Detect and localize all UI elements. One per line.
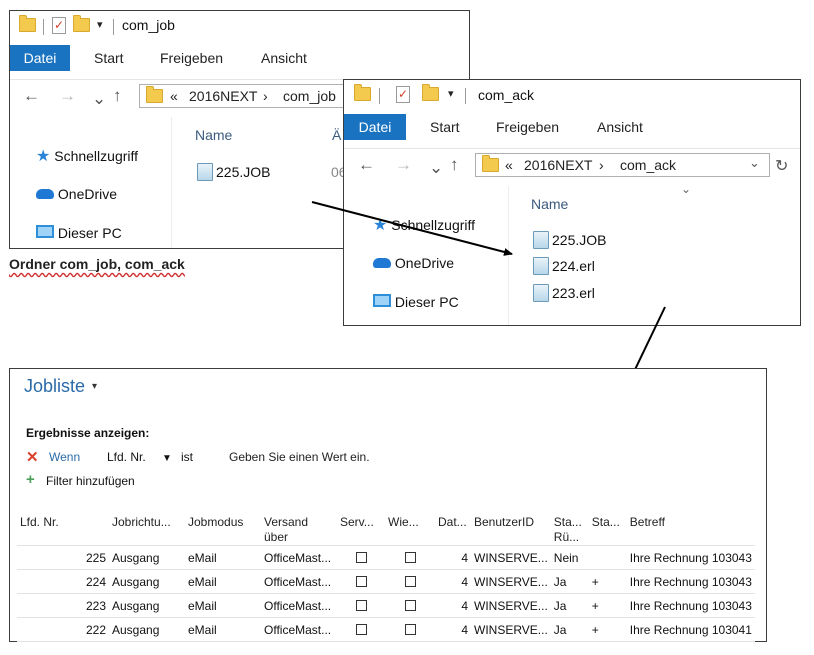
col-header[interactable]: Jobmodus	[185, 515, 261, 546]
cell-versand: OfficeMast...	[261, 593, 337, 618]
cell-versand: OfficeMast...	[261, 617, 337, 642]
checkbox[interactable]	[404, 575, 416, 587]
chevron-down-icon[interactable]: ▼	[162, 453, 172, 464]
checkbox[interactable]	[355, 599, 367, 611]
checkbox[interactable]	[355, 623, 367, 635]
checkbox[interactable]	[404, 623, 416, 635]
cell-betreff: Ihre Rechnung 103043	[626, 569, 755, 594]
cell-user: WINSERVE...	[471, 545, 551, 570]
table-row[interactable]: 224 Ausgang eMail OfficeMast... 4 WINSER…	[17, 569, 755, 594]
cell-status1: Nein	[550, 545, 589, 570]
checkbox[interactable]	[355, 551, 367, 563]
cell-versand: OfficeMast...	[261, 545, 337, 570]
table-row[interactable]: 225 Ausgang eMail OfficeMast... 4 WINSER…	[17, 545, 755, 570]
col-header[interactable]: Wie...	[385, 515, 435, 546]
filter-when: Wenn	[49, 450, 81, 464]
cell-betreff: Ihre Rechnung 103041	[626, 617, 755, 642]
filter-field-label: Lfd. Nr.	[107, 450, 146, 464]
col-header[interactable]: Jobrichtu...	[109, 515, 185, 546]
cell-status1: Ja	[550, 593, 589, 618]
cell-user: WINSERVE...	[471, 569, 551, 594]
cell-richtung: Ausgang	[109, 569, 185, 594]
arrow-job-to-ack	[311, 201, 513, 256]
cell-versand: OfficeMast...	[261, 569, 337, 594]
cell-dat: 4	[435, 593, 471, 618]
cell-serv	[337, 593, 385, 618]
checkbox[interactable]	[404, 599, 416, 611]
add-filter-link[interactable]: Filter hinzufügen	[46, 474, 135, 488]
cell-serv	[337, 617, 385, 642]
table-header-row: Lfd. Nr. Jobrichtu... Jobmodus Versand ü…	[17, 515, 755, 546]
cell-modus: eMail	[185, 545, 261, 570]
chevron-down-icon[interactable]: ▾	[92, 381, 97, 392]
cell-status2: +	[588, 617, 627, 642]
col-header[interactable]: Sta... Rü...	[550, 515, 589, 546]
cell-dat: 4	[435, 617, 471, 642]
cell-user: WINSERVE...	[471, 593, 551, 618]
cell-wie	[385, 569, 435, 594]
remove-filter-icon[interactable]: ✕	[26, 448, 39, 466]
cell-modus: eMail	[185, 569, 261, 594]
filter-value-input[interactable]: Geben Sie einen Wert ein.	[229, 450, 370, 464]
page-title-text: Jobliste	[24, 376, 86, 396]
table-row[interactable]: 222 Ausgang eMail OfficeMast... 4 WINSER…	[17, 617, 755, 642]
cell-nr: 225	[17, 545, 109, 570]
cell-status2: +	[588, 593, 627, 618]
cell-serv	[337, 545, 385, 570]
cell-status1: Ja	[550, 569, 589, 594]
col-header[interactable]: Betreff	[626, 515, 755, 546]
cell-richtung: Ausgang	[109, 545, 185, 570]
cell-wie	[385, 545, 435, 570]
col-header[interactable]: Dat...	[435, 515, 471, 546]
cell-modus: eMail	[185, 617, 261, 642]
cell-wie	[385, 617, 435, 642]
page-title[interactable]: Jobliste ▾	[24, 376, 97, 397]
col-header[interactable]: Serv...	[337, 515, 385, 546]
cell-dat: 4	[435, 569, 471, 594]
cell-modus: eMail	[185, 593, 261, 618]
col-header[interactable]: Versand über	[261, 515, 337, 546]
cell-status1: Ja	[550, 617, 589, 642]
cell-wie	[385, 593, 435, 618]
cell-status2: +	[588, 569, 627, 594]
joblist-panel: Jobliste ▾ Ergebnisse anzeigen: ✕ Wenn L…	[9, 368, 767, 642]
cell-status2	[588, 545, 627, 570]
cell-serv	[337, 569, 385, 594]
col-header[interactable]: Sta...	[588, 515, 627, 546]
cell-richtung: Ausgang	[109, 593, 185, 618]
cell-betreff: Ihre Rechnung 103043	[626, 593, 755, 618]
cell-nr: 222	[17, 617, 109, 642]
add-filter-icon[interactable]: +	[26, 471, 35, 488]
filter-operator: ist	[181, 450, 193, 464]
checkbox[interactable]	[404, 551, 416, 563]
cell-nr: 224	[17, 569, 109, 594]
job-table: Lfd. Nr. Jobrichtu... Jobmodus Versand ü…	[17, 515, 755, 642]
cell-dat: 4	[435, 545, 471, 570]
col-header[interactable]: BenutzerID	[471, 515, 551, 546]
table-row[interactable]: 223 Ausgang eMail OfficeMast... 4 WINSER…	[17, 593, 755, 618]
checkbox[interactable]	[355, 575, 367, 587]
cell-betreff: Ihre Rechnung 103043	[626, 545, 755, 570]
cell-nr: 223	[17, 593, 109, 618]
col-header[interactable]: Lfd. Nr.	[17, 515, 109, 546]
cell-richtung: Ausgang	[109, 617, 185, 642]
cell-user: WINSERVE...	[471, 617, 551, 642]
filter-field[interactable]: Lfd. Nr. ▼	[107, 450, 172, 464]
results-label: Ergebnisse anzeigen:	[26, 426, 150, 440]
